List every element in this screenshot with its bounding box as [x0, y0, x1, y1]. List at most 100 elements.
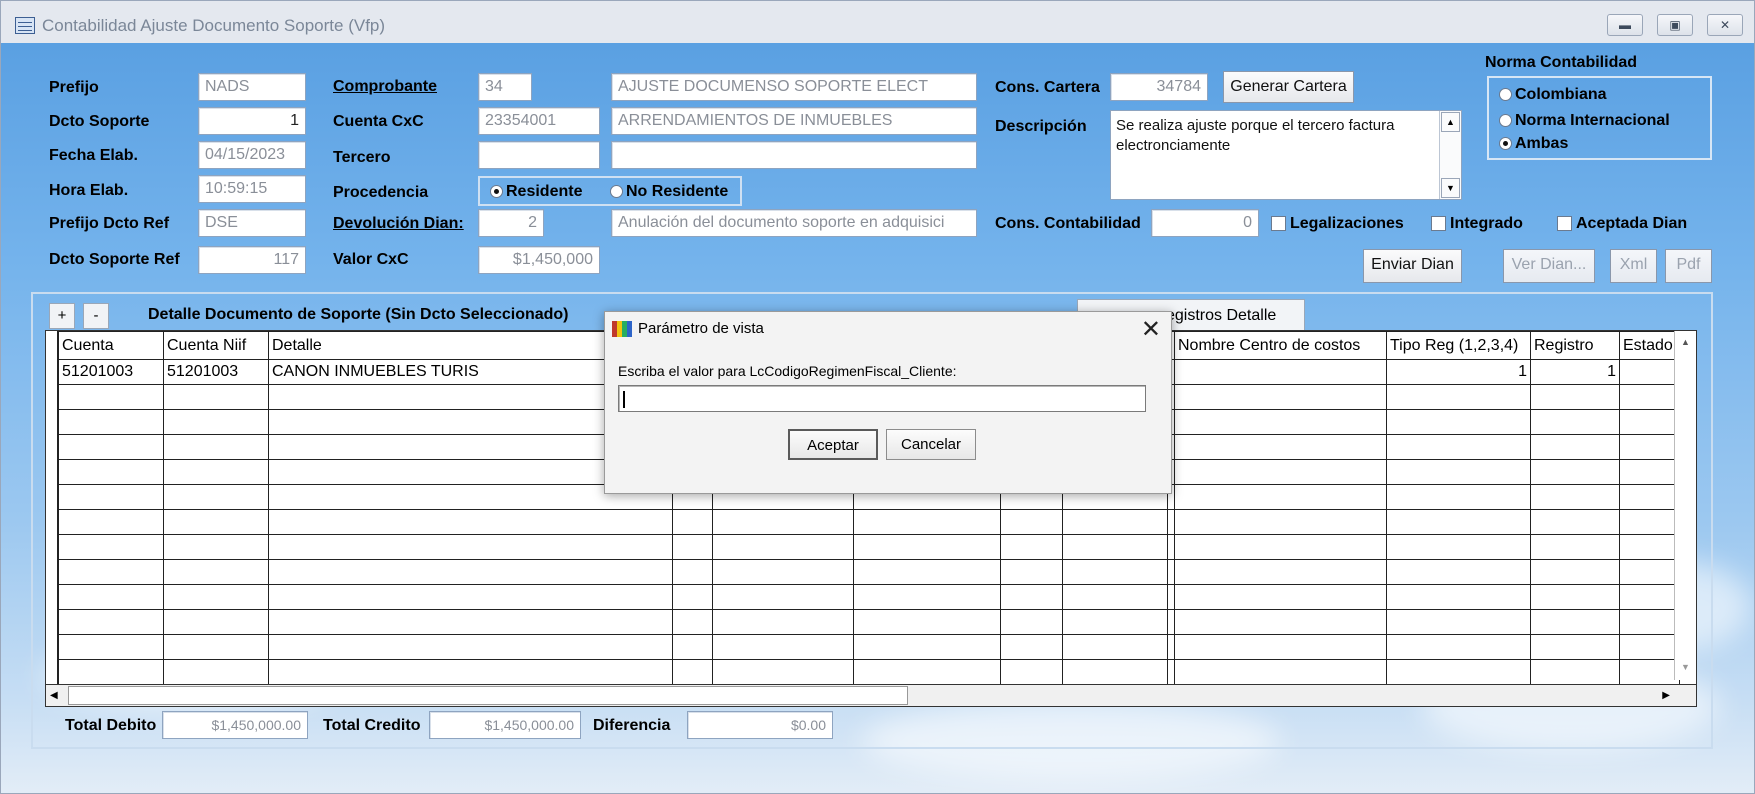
- grid-vertical-scrollbar[interactable]: ▲ ▼: [1674, 331, 1696, 680]
- column-header[interactable]: Cuenta: [58, 331, 164, 360]
- table-cell[interactable]: [1167, 509, 1175, 535]
- table-cell[interactable]: [1174, 559, 1387, 585]
- table-cell[interactable]: [1619, 534, 1680, 560]
- aceptada-dian-checkbox[interactable]: Aceptada Dian: [1557, 215, 1687, 233]
- devolucion-code-field[interactable]: 2: [478, 209, 544, 237]
- close-icon[interactable]: ✕: [1141, 315, 1161, 344]
- table-cell[interactable]: [1167, 659, 1175, 685]
- table-cell[interactable]: [58, 409, 164, 435]
- table-cell[interactable]: [163, 434, 269, 460]
- legalizaciones-checkbox[interactable]: Legalizaciones: [1271, 215, 1404, 233]
- table-cell[interactable]: [1167, 534, 1175, 560]
- scroll-down-icon[interactable]: ▼: [1441, 178, 1460, 198]
- cons-contabilidad-field[interactable]: 0: [1151, 209, 1259, 237]
- table-cell[interactable]: [1000, 634, 1063, 660]
- table-cell[interactable]: [1167, 584, 1175, 610]
- table-cell[interactable]: 51201003: [163, 359, 269, 385]
- table-cell[interactable]: [163, 609, 269, 635]
- dcto-soporte-field[interactable]: 1: [198, 107, 306, 135]
- norma-colombiana-option[interactable]: Colombiana: [1499, 86, 1607, 104]
- table-cell[interactable]: [1174, 434, 1387, 460]
- table-cell[interactable]: [853, 584, 1001, 610]
- table-cell[interactable]: [672, 659, 713, 685]
- table-cell[interactable]: [1000, 534, 1063, 560]
- table-cell[interactable]: [268, 584, 673, 610]
- table-cell[interactable]: [1386, 584, 1531, 610]
- table-cell[interactable]: [853, 634, 1001, 660]
- table-row[interactable]: [58, 609, 1680, 635]
- table-cell[interactable]: [1619, 409, 1680, 435]
- table-cell[interactable]: 1: [1386, 359, 1531, 385]
- hora-elab-field[interactable]: 10:59:15: [198, 175, 306, 203]
- table-cell[interactable]: [1619, 634, 1680, 660]
- table-cell[interactable]: [268, 509, 673, 535]
- column-header[interactable]: Cuenta Niif: [163, 331, 269, 360]
- fecha-elab-field[interactable]: 04/15/2023: [198, 141, 306, 169]
- table-cell[interactable]: [672, 559, 713, 585]
- table-cell[interactable]: [58, 434, 164, 460]
- table-row[interactable]: [58, 659, 1680, 685]
- table-cell[interactable]: [1000, 559, 1063, 585]
- table-cell[interactable]: [853, 509, 1001, 535]
- table-cell[interactable]: [853, 559, 1001, 585]
- table-cell[interactable]: [1530, 484, 1620, 510]
- comprobante-link[interactable]: Comprobante: [333, 78, 437, 96]
- table-cell[interactable]: [1386, 634, 1531, 660]
- generar-cartera-button[interactable]: Generar Cartera: [1223, 71, 1354, 103]
- table-cell[interactable]: [1174, 384, 1387, 410]
- close-window-button[interactable]: ✕: [1707, 14, 1743, 36]
- table-cell[interactable]: [163, 459, 269, 485]
- table-cell[interactable]: [1062, 659, 1168, 685]
- table-cell[interactable]: [1000, 609, 1063, 635]
- ver-dian-button[interactable]: Ver Dian...: [1503, 249, 1595, 283]
- table-cell[interactable]: [1167, 609, 1175, 635]
- table-cell[interactable]: [712, 509, 854, 535]
- integrado-checkbox[interactable]: Integrado: [1431, 215, 1523, 233]
- cons-cartera-field[interactable]: 34784: [1110, 73, 1208, 101]
- table-cell[interactable]: [58, 659, 164, 685]
- table-cell[interactable]: [1386, 434, 1531, 460]
- table-cell[interactable]: [1619, 459, 1680, 485]
- add-row-button[interactable]: +: [49, 303, 75, 329]
- table-cell[interactable]: [1619, 384, 1680, 410]
- table-cell[interactable]: [672, 534, 713, 560]
- tercero-code-field[interactable]: [478, 141, 600, 169]
- table-cell[interactable]: [672, 509, 713, 535]
- table-cell[interactable]: [853, 534, 1001, 560]
- table-cell[interactable]: [1619, 659, 1680, 685]
- table-cell[interactable]: [1530, 409, 1620, 435]
- table-cell[interactable]: [1530, 384, 1620, 410]
- table-cell[interactable]: [1174, 609, 1387, 635]
- table-cell[interactable]: [712, 609, 854, 635]
- table-cell[interactable]: [672, 584, 713, 610]
- devolucion-dian-link[interactable]: Devolución Dian:: [333, 215, 464, 233]
- table-cell[interactable]: [1386, 534, 1531, 560]
- comprobante-code-field[interactable]: 34: [478, 73, 532, 101]
- enviar-dian-button[interactable]: Enviar Dian: [1363, 249, 1462, 283]
- table-cell[interactable]: [163, 384, 269, 410]
- table-cell[interactable]: [58, 634, 164, 660]
- table-cell[interactable]: 51201003: [58, 359, 164, 385]
- table-cell[interactable]: [672, 634, 713, 660]
- table-cell[interactable]: [1062, 534, 1168, 560]
- table-cell[interactable]: [1000, 509, 1063, 535]
- table-cell[interactable]: [1530, 434, 1620, 460]
- table-cell[interactable]: [1167, 634, 1175, 660]
- table-cell[interactable]: [1530, 659, 1620, 685]
- table-cell[interactable]: [1386, 609, 1531, 635]
- grid-scroll-down-icon[interactable]: ▼: [1677, 658, 1694, 678]
- grid-scroll-thumb[interactable]: [68, 686, 908, 705]
- table-cell[interactable]: [1174, 359, 1387, 385]
- valor-cxc-field[interactable]: $1,450,000: [478, 246, 600, 274]
- table-cell[interactable]: [1530, 459, 1620, 485]
- table-cell[interactable]: [712, 634, 854, 660]
- integrado-check-icon[interactable]: [1431, 216, 1446, 231]
- table-cell[interactable]: [1174, 459, 1387, 485]
- table-cell[interactable]: [1174, 659, 1387, 685]
- table-cell[interactable]: [1167, 559, 1175, 585]
- descripcion-scrollbar[interactable]: ▲ ▼: [1439, 111, 1461, 199]
- table-row[interactable]: [58, 559, 1680, 585]
- grid-scroll-right-icon[interactable]: ▶: [1662, 687, 1670, 704]
- dcto-soporte-ref-field[interactable]: 117: [198, 246, 306, 274]
- table-cell[interactable]: [1174, 634, 1387, 660]
